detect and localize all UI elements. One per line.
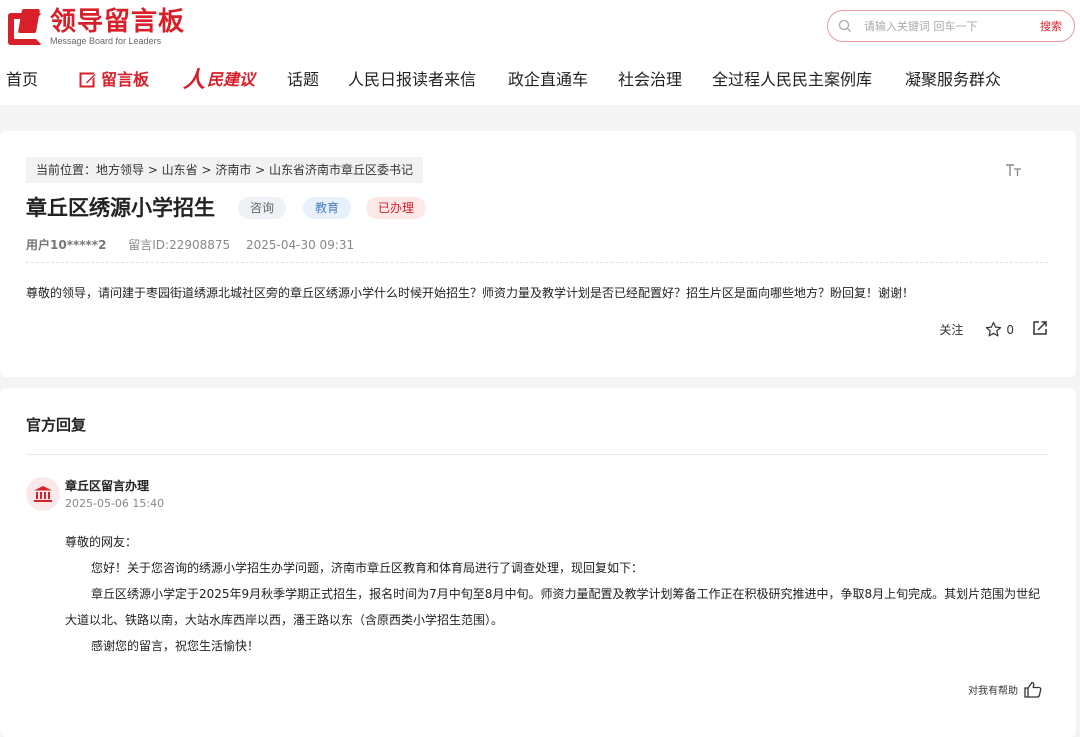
post-user: 用户10*****2 <box>26 238 107 252</box>
site-logo[interactable]: 领导留言板 Message Board for Leaders <box>6 8 185 46</box>
logo-mark-icon <box>6 9 42 45</box>
share-icon <box>1033 321 1047 335</box>
reply-paragraph: 您好！关于您咨询的绣源小学招生办学问题，济南市章丘区教育和体育局进行了调查处理，… <box>91 561 644 575</box>
search-input[interactable] <box>864 17 1024 35</box>
main-nav: 首页 留言板 人 民建议 话题 人民日报读者来信 政企直通车 社会治理 全过程人… <box>0 66 1080 94</box>
reply-paragraph: 章丘区绣源小学定于2025年9月秋季学期正式招生，报名时间为7月中旬至8月中旬。… <box>65 587 1041 627</box>
nav-topics[interactable]: 话题 <box>287 66 319 94</box>
message-card: 当前位置：地方领导 > 山东省 > 济南市 > 山东省济南市章丘区委书记 章丘区… <box>0 131 1076 377</box>
tag-consult: 咨询 <box>238 197 287 219</box>
star-icon <box>986 321 1002 337</box>
divider <box>26 262 1048 263</box>
post-meta: 用户10*****2 留言ID:22908875 2025-04-30 09:3… <box>26 236 354 253</box>
edit-icon <box>79 72 97 88</box>
nav-democracy-cases[interactable]: 全过程人民民主案例库 <box>712 66 872 94</box>
nav-enterprise-express[interactable]: 政企直通车 <box>508 66 588 94</box>
site-header: 领导留言板 Message Board for Leaders 搜索 首页 留言… <box>0 0 1080 105</box>
reply-body: 尊敬的网友： 您好！关于您咨询的绣源小学招生办学问题，济南市章丘区教育和体育局进… <box>65 529 1050 659</box>
logo-subtitle: Message Board for Leaders <box>50 36 162 46</box>
share-button[interactable] <box>1032 320 1048 339</box>
post-datetime: 2025-04-30 09:31 <box>246 238 355 252</box>
search-box: 搜索 <box>827 10 1075 42</box>
message-id: 留言ID:22908875 <box>128 238 231 252</box>
star-count: 0 <box>1006 322 1014 337</box>
helpful-label: 对我有帮助 <box>968 686 1018 697</box>
nav-message-board-label: 留言板 <box>101 70 150 89</box>
search-button[interactable]: 搜索 <box>1040 18 1062 34</box>
nav-reader-letters[interactable]: 人民日报读者来信 <box>348 66 476 94</box>
nav-home[interactable]: 首页 <box>6 66 38 94</box>
thumbs-up-icon <box>1024 681 1042 698</box>
search-icon <box>838 19 851 32</box>
nav-people-suggestion[interactable]: 人 民建议 <box>183 66 255 94</box>
nav-message-board[interactable]: 留言板 <box>79 66 149 94</box>
status-badge: 已办理 <box>366 197 427 219</box>
nav-serve-masses[interactable]: 凝聚服务群众 <box>905 66 1001 94</box>
reply-paragraph: 感谢您的留言，祝您生活愉快！ <box>91 639 260 653</box>
avatar <box>26 477 60 511</box>
font-size-icon[interactable] <box>1005 163 1023 180</box>
logo-title: 领导留言板 <box>50 7 186 37</box>
government-building-icon <box>34 486 52 502</box>
nav-social-governance[interactable]: 社会治理 <box>618 66 682 94</box>
message-content: 尊敬的领导，请问建于枣园街道绣源北城社区旁的章丘区绣源小学什么时候开始招生？师资… <box>26 286 915 300</box>
reply-time: 2025-05-06 15:40 <box>65 497 165 510</box>
star-button[interactable]: 0 <box>985 321 1014 338</box>
reply-heading: 官方回复 <box>26 416 87 434</box>
helpful-button[interactable]: 对我有帮助 <box>968 681 1042 698</box>
reply-department: 章丘区留言办理 <box>65 479 150 493</box>
nav-people-suggestion-label: 民建议 <box>207 70 256 89</box>
tag-education: 教育 <box>303 197 352 219</box>
divider <box>26 454 1048 455</box>
official-reply-card: 官方回复 章丘区留言办理 2025-05-06 15:40 尊敬的网友： 您好！… <box>0 388 1076 737</box>
reply-greeting: 尊敬的网友： <box>65 535 138 549</box>
nav-people-suggestion-ren: 人 <box>183 67 206 93</box>
breadcrumb: 当前位置：地方领导 > 山东省 > 济南市 > 山东省济南市章丘区委书记 <box>26 157 424 183</box>
follow-button[interactable]: 关注 <box>939 321 963 338</box>
post-actions: 关注 0 <box>939 320 1048 339</box>
page-title: 章丘区绣源小学招生 <box>26 196 215 220</box>
